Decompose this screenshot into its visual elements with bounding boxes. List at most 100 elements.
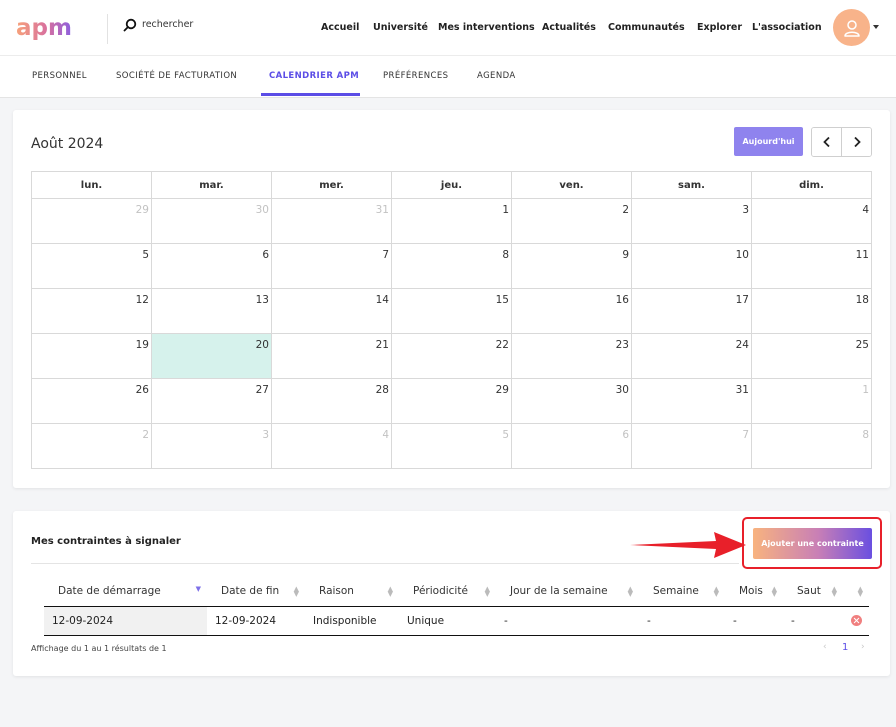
- nav-mes-interventions[interactable]: Mes interventions: [438, 22, 535, 33]
- calendar-day[interactable]: 10: [631, 243, 752, 289]
- avatar[interactable]: [833, 9, 870, 46]
- calendar-day[interactable]: 29: [391, 378, 512, 424]
- today-button[interactable]: Aujourd'hui: [734, 127, 803, 156]
- nav-explorer[interactable]: Explorer: [697, 22, 742, 33]
- calendar-day[interactable]: 13: [151, 288, 272, 334]
- weekday-header-row: lun. mar. mer. jeu. ven. sam. dim.: [31, 171, 872, 199]
- pager-page-1[interactable]: 1: [842, 642, 848, 653]
- calendar-day[interactable]: 18: [751, 288, 872, 334]
- calendar-day[interactable]: 2: [511, 198, 632, 244]
- calendar-day[interactable]: 30: [511, 378, 632, 424]
- chevron-left-icon: [822, 136, 830, 148]
- column-header-semaine[interactable]: Semaine ▲ ▼: [639, 577, 725, 607]
- cell-semaine: -: [639, 606, 725, 636]
- column-header-date-fin[interactable]: Date de fin ▲ ▼: [207, 577, 305, 607]
- calendar-day-outside[interactable]: 4: [271, 423, 392, 469]
- tab-societe-de-facturation[interactable]: SOCIÉTÉ DE FACTURATION: [116, 71, 237, 81]
- sort-icon: ▲ ▼: [387, 585, 393, 598]
- calendar-day[interactable]: 21: [271, 333, 392, 379]
- column-header-label: Semaine: [653, 585, 699, 598]
- calendar-day-outside[interactable]: 6: [511, 423, 632, 469]
- calendar-day-outside[interactable]: 1: [751, 378, 872, 424]
- calendar-day[interactable]: 11: [751, 243, 872, 289]
- delete-icon[interactable]: [851, 615, 862, 626]
- calendar-day[interactable]: 8: [391, 243, 512, 289]
- column-header-label: Saut: [797, 585, 821, 598]
- table-row: 12-09-2024 12-09-2024 Indisponible Uniqu…: [44, 606, 869, 636]
- nav-accueil[interactable]: Accueil: [321, 22, 359, 33]
- cell-mois: -: [725, 606, 783, 636]
- calendar-day[interactable]: 25: [751, 333, 872, 379]
- calendar-day[interactable]: 19: [31, 333, 152, 379]
- calendar-nav: [811, 127, 872, 157]
- column-header-label: Mois: [739, 585, 763, 598]
- calendar-day[interactable]: 5: [31, 243, 152, 289]
- nav-lassociation[interactable]: L'association: [752, 22, 822, 33]
- top-header: apm Accueil Université Mes interventions…: [0, 0, 896, 56]
- column-header-actions[interactable]: ▲ ▼: [843, 577, 869, 607]
- cell-date-demarrage: 12-09-2024: [44, 606, 207, 636]
- cell-periodicite: Unique: [399, 606, 496, 636]
- active-tab-indicator: [261, 93, 360, 96]
- nav-actualites[interactable]: Actualités: [542, 22, 596, 33]
- next-month-button[interactable]: [841, 128, 871, 156]
- column-header-jour-semaine[interactable]: Jour de la semaine ▲ ▼: [496, 577, 639, 607]
- calendar-day[interactable]: 27: [151, 378, 272, 424]
- apm-logo[interactable]: apm: [16, 14, 88, 42]
- calendar-week: 29 30 31 1 2 3 4: [31, 198, 872, 244]
- calendar-day[interactable]: 1: [391, 198, 512, 244]
- calendar-day[interactable]: 14: [271, 288, 392, 334]
- calendar-day[interactable]: 28: [271, 378, 392, 424]
- calendar-day-outside[interactable]: 31: [271, 198, 392, 244]
- calendar-day-outside[interactable]: 5: [391, 423, 512, 469]
- table-header-row: Date de démarrage ▼ Date de fin ▲ ▼ Raison ▲…: [44, 577, 869, 607]
- calendar-day[interactable]: 3: [631, 198, 752, 244]
- calendar-day[interactable]: 12: [31, 288, 152, 334]
- calendar-day-outside[interactable]: 7: [631, 423, 752, 469]
- pager-prev-icon[interactable]: ‹: [823, 642, 827, 652]
- column-header-date-demarrage[interactable]: Date de démarrage ▼: [44, 577, 207, 607]
- column-header-saut[interactable]: Saut ▲ ▼: [783, 577, 843, 607]
- calendar-day[interactable]: 6: [151, 243, 272, 289]
- weekday-header: sam.: [631, 171, 752, 199]
- calendar-day[interactable]: 16: [511, 288, 632, 334]
- calendar-day[interactable]: 15: [391, 288, 512, 334]
- column-header-mois[interactable]: Mois ▲ ▼: [725, 577, 783, 607]
- add-constraint-button[interactable]: Ajouter une contrainte: [753, 528, 872, 559]
- calendar-week: 5 6 7 8 9 10 11: [31, 243, 872, 289]
- tab-personnel[interactable]: PERSONNEL: [32, 71, 87, 81]
- column-header-raison[interactable]: Raison ▲ ▼: [305, 577, 399, 607]
- nav-universite[interactable]: Université: [373, 22, 428, 33]
- profile-tabs: PERSONNEL SOCIÉTÉ DE FACTURATION CALENDR…: [0, 56, 896, 98]
- pager-next-icon[interactable]: ›: [861, 642, 865, 652]
- calendar-day[interactable]: 17: [631, 288, 752, 334]
- search-icon[interactable]: [123, 18, 137, 32]
- calendar-day-today[interactable]: 20: [151, 333, 272, 379]
- calendar-day[interactable]: 4: [751, 198, 872, 244]
- calendar-day[interactable]: 7: [271, 243, 392, 289]
- caret-down-icon[interactable]: [873, 25, 879, 29]
- calendar-day-outside[interactable]: 30: [151, 198, 272, 244]
- calendar-day[interactable]: 31: [631, 378, 752, 424]
- tab-agenda[interactable]: AGENDA: [477, 71, 516, 81]
- tab-preferences[interactable]: PRÉFÉRENCES: [383, 71, 448, 81]
- calendar-day-outside[interactable]: 8: [751, 423, 872, 469]
- nav-communautes[interactable]: Communautés: [608, 22, 685, 33]
- calendar-day[interactable]: 24: [631, 333, 752, 379]
- calendar-day[interactable]: 9: [511, 243, 632, 289]
- calendar-day[interactable]: 22: [391, 333, 512, 379]
- column-header-periodicite[interactable]: Périodicité ▲ ▼: [399, 577, 496, 607]
- search-input[interactable]: [142, 14, 252, 34]
- weekday-header: dim.: [751, 171, 872, 199]
- calendar-day-outside[interactable]: 29: [31, 198, 152, 244]
- tab-calendrier-apm[interactable]: CALENDRIER APM: [269, 71, 359, 81]
- calendar-day-outside[interactable]: 2: [31, 423, 152, 469]
- calendar-card: Août 2024 Aujourd'hui lun. mar. mer. jeu…: [13, 110, 890, 488]
- table-info: Affichage du 1 au 1 résultats de 1: [31, 644, 167, 653]
- calendar-day-outside[interactable]: 3: [151, 423, 272, 469]
- prev-month-button[interactable]: [812, 128, 841, 156]
- weekday-header: mar.: [151, 171, 272, 199]
- calendar-day[interactable]: 23: [511, 333, 632, 379]
- calendar-week: 26 27 28 29 30 31 1: [31, 378, 872, 424]
- calendar-day[interactable]: 26: [31, 378, 152, 424]
